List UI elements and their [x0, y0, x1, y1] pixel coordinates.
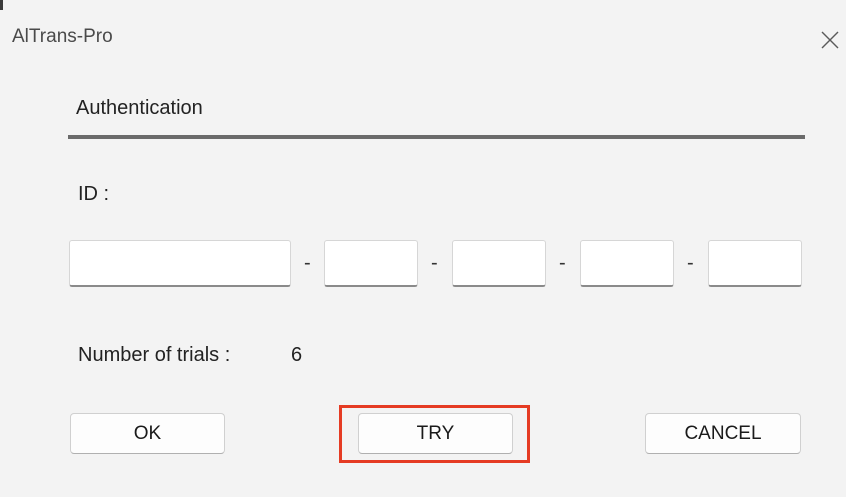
id-separator: -: [431, 252, 438, 274]
section-divider: [68, 135, 805, 139]
id-separator: -: [304, 252, 311, 274]
id-segment-2-input[interactable]: [324, 240, 418, 287]
try-button-highlight: [339, 405, 530, 463]
id-separator: -: [687, 252, 694, 274]
close-button[interactable]: [812, 22, 846, 56]
section-title: Authentication: [76, 97, 203, 119]
ok-button[interactable]: OK: [70, 413, 225, 454]
title-bar[interactable]: AlTrans-Pro: [0, 0, 846, 78]
id-segment-3-input[interactable]: [452, 240, 546, 287]
auth-dialog: AlTrans-Pro Authentication ID : - - - - …: [0, 0, 846, 497]
trials-count: 6: [291, 344, 303, 366]
cancel-button[interactable]: CANCEL: [645, 413, 801, 454]
id-separator: -: [559, 252, 566, 274]
close-icon: [821, 31, 839, 49]
id-segment-4-input[interactable]: [580, 240, 674, 287]
trials-label: Number of trials :: [78, 344, 231, 366]
id-segment-1-input[interactable]: [69, 240, 291, 287]
window-title: AlTrans-Pro: [12, 26, 113, 47]
id-label: ID :: [78, 183, 110, 205]
id-segment-5-input[interactable]: [708, 240, 802, 287]
